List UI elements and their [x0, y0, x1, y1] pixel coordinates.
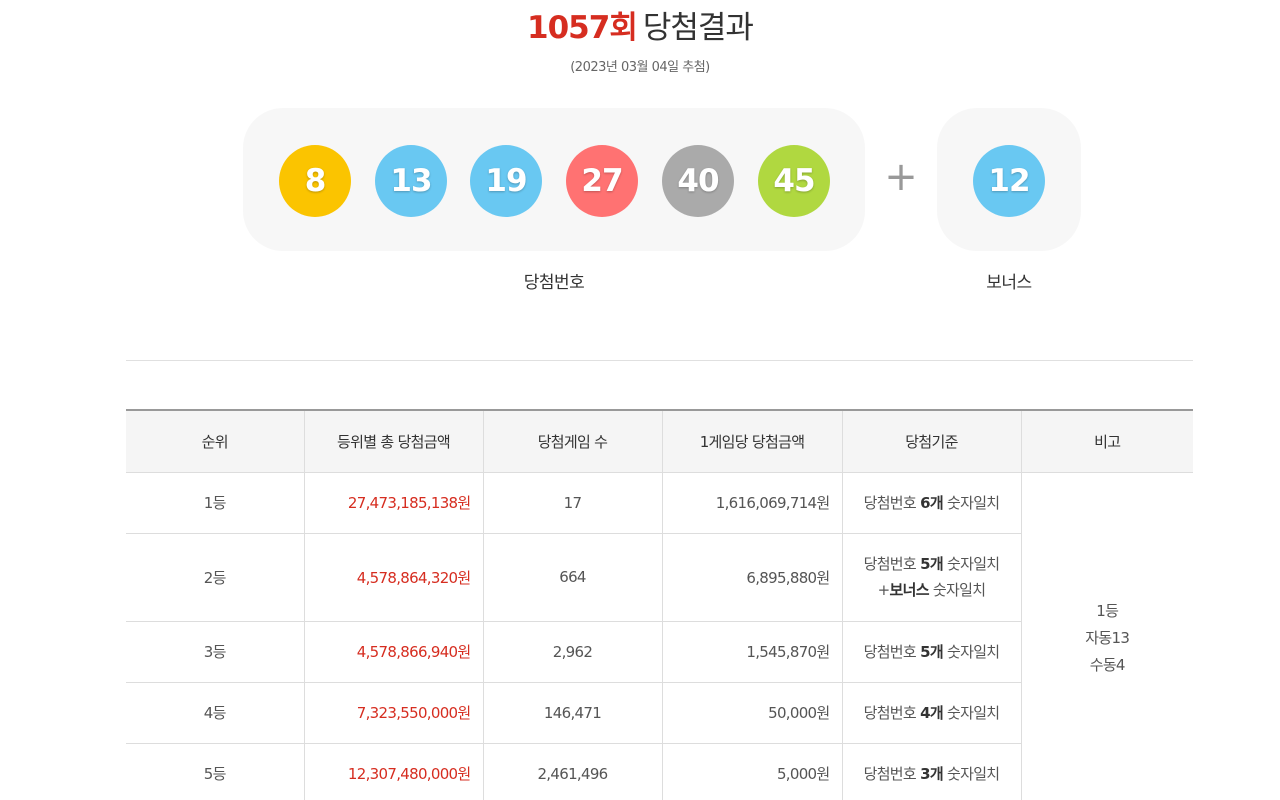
bonus-number-box: 12	[937, 108, 1081, 251]
draw-date: (2023년 03월 04일 추첨)	[570, 60, 710, 75]
criteria-cell: 당첨번호 4개 숫자일치	[841, 682, 1021, 744]
criteria-count: 3개	[920, 764, 944, 783]
criteria-text: 숫자일치	[942, 642, 1000, 661]
prize-per-game-cell: 1,616,069,714원	[661, 472, 842, 534]
criteria-cell: 당첨번호 6개 숫자일치	[841, 472, 1021, 534]
criteria-line: +보너스 숫자일치	[843, 577, 1021, 603]
winning-games-cell: 2,461,496	[482, 743, 662, 800]
winning-games-cell: 146,471	[482, 682, 662, 744]
col-header-rank: 순위	[126, 409, 304, 473]
note-line: 1등	[1096, 601, 1119, 620]
rank-cell: 4등	[126, 682, 304, 744]
winning-ball: 45	[758, 145, 830, 217]
total-prize-cell: 4,578,864,320원	[303, 533, 483, 622]
total-prize-cell: 7,323,550,000원	[303, 682, 483, 744]
col-header-note: 비고	[1020, 409, 1193, 473]
col-header-winning-games: 당첨게임 수	[482, 409, 662, 473]
lotto-result-page: 1057회 당첨결과 (2023년 03월 04일 추첨) 8 13 19 27 …	[0, 0, 1280, 800]
winning-games-cell: 17	[482, 472, 662, 534]
criteria-text: 숫자일치	[942, 555, 1000, 573]
winning-ball: 19	[470, 145, 542, 217]
rank-cell: 1등	[126, 472, 304, 534]
criteria-text: 당첨번호	[863, 555, 921, 573]
bonus-ball: 12	[973, 145, 1045, 217]
col-header-prize-per-game: 1게임당 당첨금액	[661, 409, 842, 473]
winning-ball: 13	[375, 145, 447, 217]
prize-per-game-cell: 6,895,880원	[661, 533, 842, 622]
table-row: 1등 27,473,185,138원 17 1,616,069,714원 당첨번…	[126, 472, 1193, 800]
criteria-text: 당첨번호	[863, 703, 921, 722]
criteria-text: 숫자일치	[942, 703, 1000, 722]
col-header-criteria: 당첨기준	[841, 409, 1021, 473]
winning-ball: 27	[566, 145, 638, 217]
winning-games-cell: 2,962	[482, 621, 662, 683]
criteria-text: 숫자일치	[928, 581, 986, 599]
note-cell: 1등 자동13 수동4	[1020, 472, 1193, 800]
criteria-count: 4개	[920, 703, 944, 722]
rank-cell: 2등	[126, 533, 304, 622]
criteria-cell: 당첨번호 3개 숫자일치	[841, 743, 1021, 800]
total-prize-cell: 4,578,866,940원	[303, 621, 483, 683]
bonus-caption: 보너스	[986, 273, 1032, 293]
table-header-row: 순위 등위별 총 당첨금액 당첨게임 수 1게임당 당첨금액 당첨기준 비고	[126, 409, 1193, 473]
note-line: 수동4	[1089, 655, 1126, 674]
prize-table: 순위 등위별 총 당첨금액 당첨게임 수 1게임당 당첨금액 당첨기준 비고 1…	[126, 409, 1193, 800]
rank-cell: 5등	[126, 743, 304, 800]
criteria-count: 5개	[920, 642, 944, 661]
winning-ball: 8	[279, 145, 351, 217]
winning-ball: 40	[662, 145, 734, 217]
page-title: 1057회 당첨결과	[0, 2, 1280, 47]
criteria-count: 5개	[920, 555, 944, 573]
prize-per-game-cell: 1,545,870원	[661, 621, 842, 683]
winning-games-cell: 664	[482, 533, 662, 622]
criteria-text: 숫자일치	[942, 493, 1000, 512]
criteria-count: 6개	[920, 493, 944, 512]
winning-numbers-caption: 당첨번호	[523, 273, 585, 293]
prize-per-game-cell: 5,000원	[661, 743, 842, 800]
rank-cell: 3등	[126, 621, 304, 683]
criteria-text: 당첨번호	[863, 764, 921, 783]
criteria-text: 당첨번호	[863, 493, 921, 512]
criteria-cell: 당첨번호 5개 숫자일치 +보너스 숫자일치	[841, 533, 1021, 622]
col-header-total-prize: 등위별 총 당첨금액	[303, 409, 483, 473]
total-prize-cell: 12,307,480,000원	[303, 743, 483, 800]
prize-per-game-cell: 50,000원	[661, 682, 842, 744]
criteria-cell: 당첨번호 5개 숫자일치	[841, 621, 1021, 683]
round-number: 1057회	[527, 10, 638, 46]
note-line: 자동13	[1085, 628, 1130, 647]
total-prize-cell: 27,473,185,138원	[303, 472, 483, 534]
criteria-bonus: 보너스	[889, 581, 930, 599]
title-text: 당첨결과	[642, 10, 754, 46]
plus-icon: +	[884, 154, 918, 200]
criteria-text: 숫자일치	[942, 764, 1000, 783]
criteria-text: +	[877, 581, 891, 599]
section-divider	[126, 360, 1193, 361]
winning-numbers-box: 8 13 19 27 40 45	[243, 108, 865, 251]
criteria-line: 당첨번호 5개 숫자일치	[843, 551, 1021, 577]
criteria-text: 당첨번호	[863, 642, 921, 661]
